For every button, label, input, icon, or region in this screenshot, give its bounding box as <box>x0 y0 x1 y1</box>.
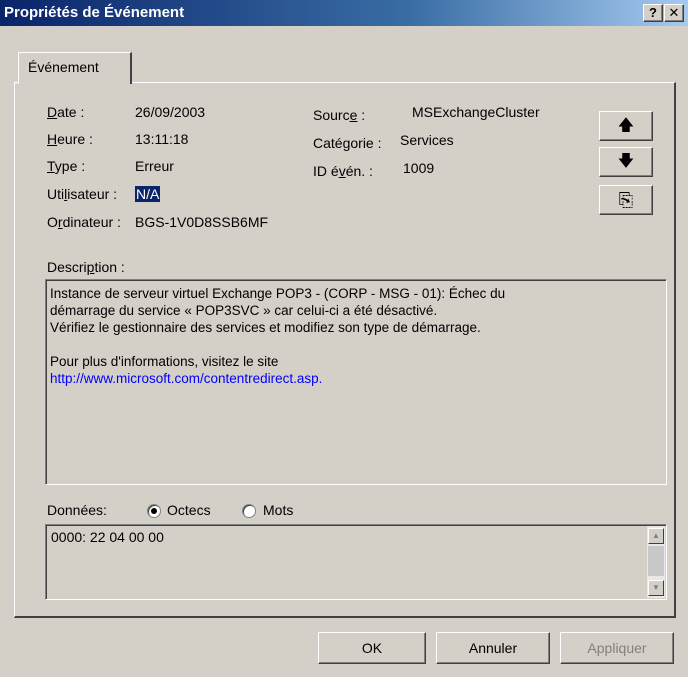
description-label: Description : <box>47 259 125 275</box>
date-label: Date : <box>47 104 85 120</box>
source-label: Source : <box>313 107 366 123</box>
donnees-label: Données: <box>47 502 107 518</box>
type-value: Erreur <box>135 158 174 174</box>
arrow-up-icon: 🡅 <box>617 117 635 134</box>
previous-event-button[interactable]: 🡅 <box>599 111 653 141</box>
scroll-down-button[interactable]: ▼ <box>648 580 664 596</box>
date-value: 26/09/2003 <box>135 104 206 120</box>
donnees-content: 0000: 22 04 00 00 <box>51 529 164 545</box>
heure-value: 13:11:18 <box>135 131 189 147</box>
id-value: 1009 <box>403 160 435 176</box>
ordinateur-label: Ordinateur : <box>47 214 121 230</box>
donnees-box[interactable]: 0000: 22 04 00 00 ▲ ▼ <box>45 524 667 600</box>
ordinateur-value: BGS-1V0D8SSB6MF <box>135 214 269 230</box>
appliquer-button[interactable]: Appliquer <box>560 632 674 664</box>
scroll-up-button[interactable]: ▲ <box>648 528 664 544</box>
properties-dialog: Propriétés de Événement ? ✕ Événement Da… <box>0 0 688 677</box>
source-value: MSExchangeCluster <box>412 104 540 120</box>
categorie-label: Catégorie : <box>313 135 382 151</box>
help-button[interactable]: ? <box>643 4 663 22</box>
radio-octets-label[interactable]: Octecs <box>167 502 211 518</box>
copy-button[interactable]: ⎘ <box>599 185 653 215</box>
title-bar: Propriétés de Événement ? ✕ <box>0 0 688 26</box>
microsoft-link[interactable]: http://www.microsoft.com/contentredirect… <box>50 371 319 386</box>
next-event-button[interactable]: 🡇 <box>599 147 653 177</box>
categorie-value: Services <box>400 132 454 148</box>
description-line-4: Pour plus d'informations, visitez le sit… <box>50 354 279 369</box>
description-line-3: Vérifiez le gestionnaire des services et… <box>50 320 481 335</box>
scrollbar[interactable]: ▲ ▼ <box>647 526 665 598</box>
tab-evenement[interactable]: Événement <box>18 52 132 84</box>
description-line-1: Instance de serveur virtuel Exchange POP… <box>50 286 506 301</box>
description-line-2: démarrage du service « POP3SVC » car cel… <box>50 303 438 318</box>
heure-label: Heure : <box>47 131 93 147</box>
copy-icon: ⎘ <box>618 190 634 210</box>
ok-button[interactable]: OK <box>318 632 426 664</box>
tab-panel: Date : 26/09/2003 Heure : 13:11:18 Type … <box>14 82 676 618</box>
radio-octets[interactable] <box>147 504 161 518</box>
window-title: Propriétés de Événement <box>4 4 185 21</box>
annuler-button[interactable]: Annuler <box>436 632 550 664</box>
radio-mots[interactable] <box>242 504 256 518</box>
utilisateur-value[interactable]: N/A <box>135 186 161 202</box>
utilisateur-label: Utilisateur : <box>47 186 118 202</box>
close-button[interactable]: ✕ <box>664 4 684 22</box>
description-box[interactable]: Instance de serveur virtuel Exchange POP… <box>45 279 667 485</box>
scroll-thumb[interactable] <box>648 546 664 576</box>
id-label: ID évén. : <box>313 163 373 179</box>
tab-evenement-label: Événement <box>28 59 99 75</box>
radio-mots-label[interactable]: Mots <box>263 502 293 518</box>
arrow-down-icon: 🡇 <box>617 153 635 170</box>
type-label: Type : <box>47 158 86 174</box>
